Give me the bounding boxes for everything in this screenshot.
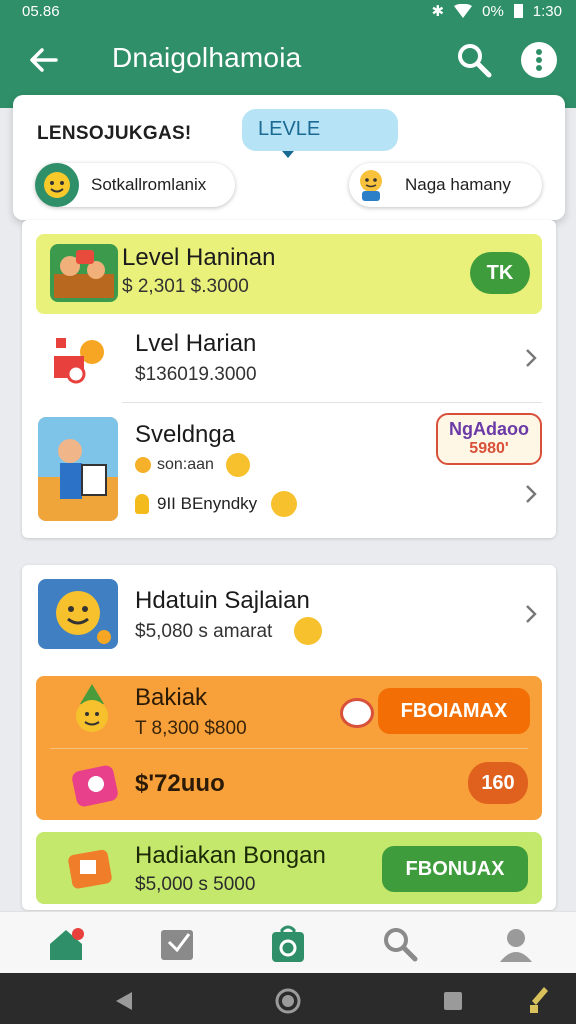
item-name: Level Haninan — [122, 244, 276, 271]
claim-button[interactable]: FBOIAMAX — [378, 688, 530, 734]
item-price: $5,080 s amarat — [135, 621, 273, 642]
item-name: Lvel Harian — [135, 330, 257, 357]
user-chip-right[interactable]: Naga hamany — [349, 163, 542, 207]
snail-icon — [340, 698, 374, 728]
status-bar: 05.86 ✱ 0% 1:30 — [0, 0, 576, 22]
claim-button[interactable]: FBONUAX — [382, 846, 528, 892]
gift-box-icon — [68, 849, 112, 889]
character-icon — [360, 170, 382, 201]
item-name: Hadiakan Bongan — [135, 842, 326, 869]
user-chip-left[interactable]: Sotkallromlanix — [35, 163, 235, 207]
elf-character-icon — [76, 684, 108, 732]
featured-offers: Bakiak T 8,300 $800 FBOIAMAX $'72uuo 160 — [36, 676, 542, 820]
bluetooth-icon: ✱ — [431, 3, 445, 20]
smiley-thumbnail — [38, 579, 118, 649]
home-icon[interactable] — [46, 924, 86, 964]
count-badge[interactable]: 160 — [468, 762, 528, 804]
item-name: $'72uuo — [135, 770, 225, 797]
item-sub: son:aan — [157, 456, 214, 473]
wink-emoji-icon — [271, 491, 298, 517]
app-title: Dnaigolhamoia — [112, 42, 302, 73]
chip-right-label: Naga hamany — [405, 175, 511, 194]
list-item[interactable]: Hdatuin Sajlaian $5,080 s amarat — [22, 565, 556, 661]
system-navigation-bar — [0, 973, 576, 1024]
item-note: 9II BEnyndky — [157, 494, 258, 513]
item-price: T 8,300 $800 — [135, 718, 247, 739]
item-sub-row: son:aan — [135, 453, 250, 477]
avatar — [349, 163, 393, 207]
search-icon[interactable] — [456, 42, 492, 78]
home-circle-icon[interactable] — [275, 988, 301, 1014]
wink-emoji-icon — [294, 617, 322, 645]
bottom-navigation — [0, 911, 576, 973]
list-item[interactable]: Hadiakan Bongan $5,000 s 5000 FBONUAX — [36, 832, 542, 904]
list-item[interactable]: Bakiak T 8,300 $800 FBOIAMAX — [36, 676, 542, 746]
arrow-left-icon[interactable] — [26, 42, 62, 78]
recents-square-icon[interactable] — [442, 990, 464, 1012]
back-triangle-icon[interactable] — [114, 990, 134, 1012]
smile-emoji-icon — [225, 453, 250, 477]
chevron-right-icon[interactable] — [524, 603, 538, 625]
item-price: $136019.3000 — [135, 364, 257, 385]
shop-bag-icon[interactable] — [268, 924, 308, 964]
rewards-list-2: Hdatuin Sajlaian $5,080 s amarat Bakiak … — [22, 565, 556, 910]
header-label: LENSOJUKGAS! — [37, 123, 192, 144]
family-thumbnail — [50, 244, 118, 302]
status-time-right: 1:30 — [532, 2, 562, 20]
rewards-list-1: Level Haninan $ 2,301 $.3000 TK Lvel Har… — [22, 220, 556, 538]
list-item[interactable]: Level Haninan $ 2,301 $.3000 TK — [36, 234, 542, 314]
more-vert-icon[interactable] — [521, 42, 557, 78]
battery-icon — [513, 4, 523, 18]
shopping-girl-thumbnail — [38, 417, 118, 521]
list-item[interactable]: Sveldnga son:aan 9II BEnyndky NgAdaoo 59… — [22, 403, 556, 535]
list-item[interactable]: Lvel Harian $136019.3000 — [22, 314, 556, 402]
promo-price: 5980' — [469, 440, 509, 457]
wifi-icon — [454, 4, 473, 18]
tk-badge-button[interactable]: TK — [470, 252, 530, 294]
list-item[interactable]: $'72uuo 160 — [36, 748, 542, 820]
brush-icon[interactable] — [528, 985, 550, 1015]
item-name: Hdatuin Sajlaian — [135, 587, 310, 614]
status-time-left: 05.86 — [22, 2, 60, 20]
chip-left-label: Sotkallromlanix — [91, 175, 207, 194]
bookmark-icon[interactable] — [157, 924, 197, 964]
coin-icon — [135, 457, 151, 473]
search-people-icon[interactable] — [380, 924, 420, 964]
item-note-row: 9II BEnyndky — [135, 491, 298, 517]
promo-sticker[interactable]: NgAdaoo 5980' — [436, 413, 542, 465]
profile-icon[interactable] — [496, 924, 536, 964]
item-price: $ 2,301 $.3000 — [122, 276, 249, 297]
item-price: $5,000 s 5000 — [135, 874, 256, 895]
lightbulb-icon — [135, 494, 149, 514]
emoji-face-icon — [44, 172, 70, 198]
item-name: Sveldnga — [135, 421, 236, 448]
chevron-right-icon[interactable] — [524, 483, 538, 505]
battery-text: 0% — [482, 2, 504, 20]
avatar — [35, 163, 79, 207]
gift-burst-icon — [54, 338, 104, 384]
item-name: Bakiak — [135, 684, 208, 711]
gift-box-icon — [72, 765, 118, 807]
level-pill[interactable]: LEVLE — [242, 109, 398, 158]
chevron-right-icon[interactable] — [524, 347, 538, 369]
level-header-card: LENSOJUKGAS! LEVLE Sotkallromlanix Naga … — [13, 95, 565, 220]
promo-title: NgAdaoo — [449, 419, 529, 439]
